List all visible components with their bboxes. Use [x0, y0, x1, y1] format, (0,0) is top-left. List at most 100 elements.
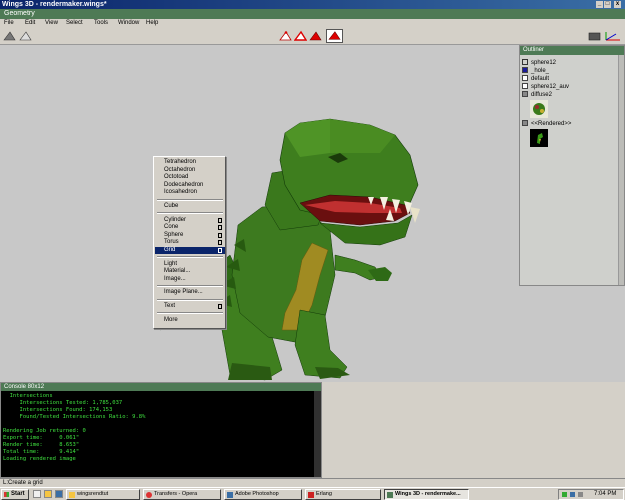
outliner-item[interactable]: _hole_ — [522, 67, 549, 75]
undo-icon[interactable] — [3, 30, 16, 42]
window-title: Wings 3D - rendermaker.wings* — [2, 1, 107, 8]
console-panel: Console 80x12 Intersections Intersection… — [0, 382, 322, 478]
menu-item-grid[interactable]: Grid — [155, 247, 225, 254]
menu-item-text[interactable]: Text — [155, 303, 225, 310]
menu-window[interactable]: Window — [118, 19, 139, 28]
menu-help[interactable]: Help — [146, 19, 158, 28]
empty-workspace — [322, 382, 625, 478]
menu-item-octotoad[interactable]: Octotoad — [155, 174, 225, 181]
network-icon[interactable] — [562, 492, 567, 497]
console-line: Found/Tested Intersections Ratio: 9.8% — [3, 414, 146, 420]
menu-item-cube[interactable]: Cube — [155, 203, 225, 210]
option-box-icon[interactable] — [218, 240, 222, 246]
show-desktop-icon[interactable] — [33, 490, 41, 498]
edge-mode-icon[interactable] — [294, 30, 307, 42]
geometry-title: Geometry — [4, 10, 35, 17]
volume-icon[interactable] — [578, 492, 583, 497]
option-box-icon[interactable] — [218, 217, 222, 223]
menu-item-light[interactable]: Light — [155, 261, 225, 268]
menu-item-torus[interactable]: Torus — [155, 239, 225, 246]
browser-icon[interactable] — [55, 490, 63, 498]
geometry-window-header[interactable]: Geometry — [0, 9, 625, 19]
console-output: Intersections Intersections Tested: 1,78… — [3, 393, 313, 463]
task-erlang[interactable]: Erlang — [305, 489, 381, 500]
menu-item-dodecahedron[interactable]: Dodecahedron — [155, 182, 225, 189]
add-primitive-menu: Tetrahedron Octahedron Octotoad Dodecahedro… — [153, 156, 226, 329]
console-line: Intersections Found: 174,153 — [3, 407, 113, 413]
console-line: Intersections — [3, 393, 53, 399]
clock[interactable]: 7:04 PM — [594, 490, 616, 499]
menu-item-material[interactable]: Material... — [155, 268, 225, 275]
console-line: Render time: 8.653" — [3, 442, 80, 448]
wings-icon — [387, 492, 393, 498]
menu-separator — [157, 312, 223, 315]
task-photoshop[interactable]: Adobe Photoshop — [224, 489, 302, 500]
diffuse-thumbnail[interactable] — [530, 100, 548, 118]
menu-tools[interactable]: Tools — [94, 19, 108, 28]
close-button[interactable]: x — [614, 1, 621, 8]
task-wings3d[interactable]: Wings 3D - rendermake... — [384, 489, 469, 500]
outliner-scrollbar[interactable] — [618, 55, 624, 285]
menu-item-sphere[interactable]: Sphere — [155, 232, 225, 239]
status-text: L:Create a grid — [3, 480, 43, 486]
menubar: File Edit View Select Tools Window Help — [0, 19, 625, 28]
console-line: Export time: 0.061" — [3, 435, 80, 441]
menu-separator — [157, 284, 223, 287]
task-wingsrendtut[interactable]: wingsrendtut — [66, 489, 140, 500]
menu-item-icosahedron[interactable]: Icosahedron — [155, 189, 225, 196]
outliner-panel: Outliner sphere12 _hole_ default sphere1… — [519, 45, 625, 286]
outliner-item[interactable]: sphere12_auv — [522, 83, 569, 91]
folder-icon[interactable] — [44, 490, 52, 498]
erlang-icon — [308, 492, 314, 498]
menu-item-cylinder[interactable]: Cylinder — [155, 217, 225, 224]
menu-item-octahedron[interactable]: Octahedron — [155, 167, 225, 174]
vertex-mode-icon[interactable] — [279, 30, 292, 42]
material-icon — [522, 75, 528, 81]
image-icon — [522, 120, 528, 126]
system-tray: 7:04 PM — [558, 489, 624, 500]
redo-icon[interactable] — [19, 30, 32, 42]
outliner-title[interactable]: Outliner — [520, 46, 624, 55]
menu-separator — [157, 212, 223, 215]
folder-icon — [69, 492, 75, 498]
outliner-item[interactable]: default — [522, 75, 549, 83]
console-line: Rendering Job returned: 0 — [3, 428, 86, 434]
option-box-icon[interactable] — [218, 304, 222, 309]
outliner-item[interactable]: <<Rendered>> — [522, 120, 571, 128]
menu-item-image[interactable]: Image... — [155, 276, 225, 283]
console-line: Total time: 9.414" — [3, 449, 80, 455]
material-icon — [522, 67, 528, 73]
minimize-button[interactable]: _ — [596, 1, 603, 8]
menu-item-image-plane[interactable]: Image Plane... — [155, 289, 225, 296]
windows-taskbar: Start wingsrendtut Transfers - Opera Ado… — [0, 487, 625, 500]
menu-edit[interactable]: Edit — [25, 19, 35, 28]
menu-select[interactable]: Select — [66, 19, 83, 28]
menu-file[interactable]: File — [4, 19, 14, 28]
task-opera[interactable]: Transfers - Opera — [143, 489, 221, 500]
body-mode-icon[interactable] — [326, 29, 343, 43]
photoshop-icon — [227, 492, 233, 498]
menu-item-more[interactable]: More — [155, 317, 225, 324]
menu-item-tetrahedron[interactable]: Tetrahedron — [155, 159, 225, 166]
rendered-thumbnail[interactable] — [530, 129, 548, 147]
menu-separator — [157, 298, 223, 301]
option-box-icon[interactable] — [218, 248, 222, 253]
option-box-icon[interactable] — [218, 225, 222, 231]
tray-app-icon[interactable] — [570, 492, 575, 497]
start-button[interactable]: Start — [1, 489, 29, 500]
menu-separator — [157, 198, 223, 201]
status-bar: L:Create a grid — [0, 478, 625, 487]
axes-icon[interactable] — [604, 30, 622, 42]
console-scrollbar[interactable] — [314, 391, 321, 477]
outliner-item[interactable]: diffuse2 — [522, 91, 552, 99]
outliner-item[interactable]: sphere12 — [522, 59, 556, 67]
window-titlebar[interactable]: Wings 3D - rendermaker.wings* _ □ x — [0, 0, 625, 9]
menu-item-cone[interactable]: Cone — [155, 224, 225, 231]
maximize-button[interactable]: □ — [604, 1, 611, 8]
console-title[interactable]: Console 80x12 — [1, 383, 321, 391]
menu-view[interactable]: View — [45, 19, 58, 28]
face-mode-icon[interactable] — [309, 30, 322, 42]
option-box-icon[interactable] — [218, 232, 222, 238]
camera-icon[interactable] — [588, 30, 601, 42]
